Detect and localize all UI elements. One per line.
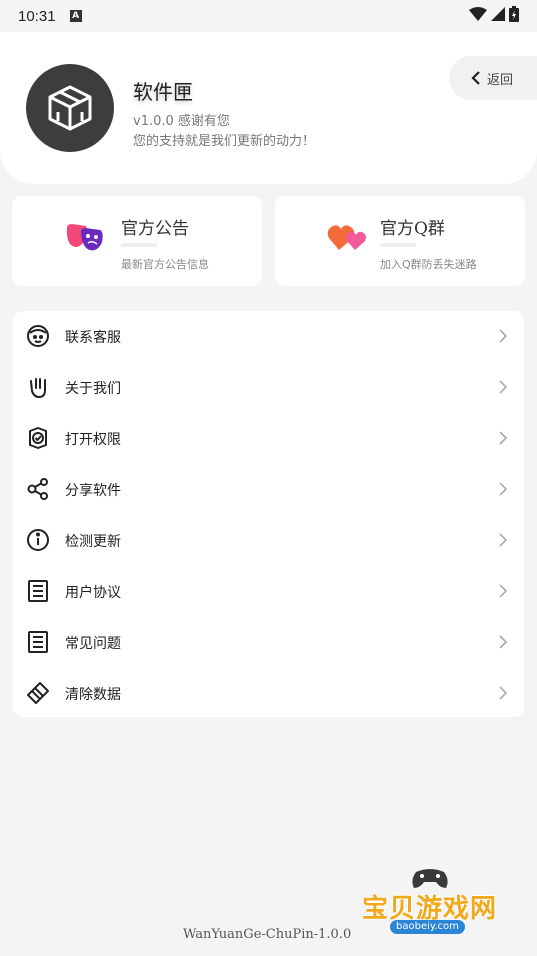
qq-group-title: 官方Q群 xyxy=(380,219,445,239)
chevron-right-icon xyxy=(499,635,508,649)
back-label: 返回 xyxy=(487,72,514,88)
menu-item-about-us[interactable]: 关于我们 xyxy=(13,362,524,413)
box-logo-icon xyxy=(48,85,92,131)
chevron-right-icon xyxy=(499,329,508,343)
profile-header: 软件匣 v1.0.0 感谢有您 您的支持就是我们更新的动力！ 返回 xyxy=(0,32,537,184)
menu-item-share-app[interactable]: 分享软件 xyxy=(13,464,524,515)
face-icon xyxy=(27,325,49,347)
document-icon xyxy=(28,631,48,653)
document-icon xyxy=(28,580,48,602)
footer-version: WanYuanGe-ChuPin-1.0.0 xyxy=(183,927,352,942)
qq-group-card[interactable]: 官方Q群 加入Q群防丢失迷路 xyxy=(275,196,525,286)
share-icon xyxy=(27,478,48,500)
menu-item-user-agreement[interactable]: 用户协议 xyxy=(13,566,524,617)
battery-icon xyxy=(509,6,519,22)
menu-item-contact-support[interactable]: 联系客服 xyxy=(13,311,524,362)
status-bar: 10:31 A xyxy=(0,0,537,32)
menu-label: 检测更新 xyxy=(65,533,121,550)
menu-item-clear-data[interactable]: 清除数据 xyxy=(13,668,524,719)
app-avatar xyxy=(26,64,114,152)
app-name: 软件匣 xyxy=(133,80,193,104)
hand-icon xyxy=(30,378,46,399)
back-button[interactable]: 返回 xyxy=(449,56,537,100)
chevron-right-icon xyxy=(499,686,508,700)
announcement-title: 官方公告 xyxy=(121,219,189,239)
wifi-icon xyxy=(469,7,487,21)
eraser-icon xyxy=(27,682,49,704)
qq-group-subtitle: 加入Q群防丢失迷路 xyxy=(380,258,477,271)
title-underline xyxy=(121,243,157,247)
menu-label: 常见问题 xyxy=(65,635,121,652)
gamepad-icon xyxy=(412,869,448,888)
app-thanks-text: 您的支持就是我们更新的动力！ xyxy=(133,134,316,149)
chevron-right-icon xyxy=(499,380,508,394)
watermark-url: baobeiy.com xyxy=(390,920,465,934)
announcement-subtitle: 最新官方公告信息 xyxy=(121,258,209,271)
menu-item-faq[interactable]: 常见问题 xyxy=(13,617,524,668)
chevron-right-icon xyxy=(499,584,508,598)
title-underline xyxy=(380,243,416,247)
chevron-right-icon xyxy=(499,533,508,547)
chevron-left-icon xyxy=(471,71,480,85)
menu-label: 联系客服 xyxy=(65,329,121,346)
menu-item-open-permissions[interactable]: 打开权限 xyxy=(13,413,524,464)
menu-item-check-update[interactable]: 检测更新 xyxy=(13,515,524,566)
menu-label: 打开权限 xyxy=(65,431,121,448)
shield-check-icon xyxy=(29,427,47,449)
menu-label: 分享软件 xyxy=(65,482,121,499)
chevron-right-icon xyxy=(499,431,508,445)
status-right-icons xyxy=(469,6,519,22)
settings-menu: 联系客服 关于我们 打开权限 分享软件 检测更新 用户协议 常见问题 清除数据 xyxy=(13,311,524,717)
signal-icon xyxy=(491,7,505,21)
masks-icon xyxy=(66,224,103,251)
menu-label: 用户协议 xyxy=(65,584,121,601)
menu-label: 关于我们 xyxy=(65,380,121,397)
notification-a-icon: A xyxy=(69,10,82,22)
hearts-icon xyxy=(327,225,366,250)
app-version: v1.0.0 感谢有您 xyxy=(133,114,230,129)
watermark-logo: 宝贝游戏网 baobeiy.com xyxy=(362,866,512,954)
announcement-card[interactable]: 官方公告 最新官方公告信息 xyxy=(12,196,262,286)
menu-label: 清除数据 xyxy=(65,686,121,703)
status-time: 10:31 xyxy=(18,7,56,25)
chevron-right-icon xyxy=(499,482,508,496)
info-icon xyxy=(27,529,49,551)
